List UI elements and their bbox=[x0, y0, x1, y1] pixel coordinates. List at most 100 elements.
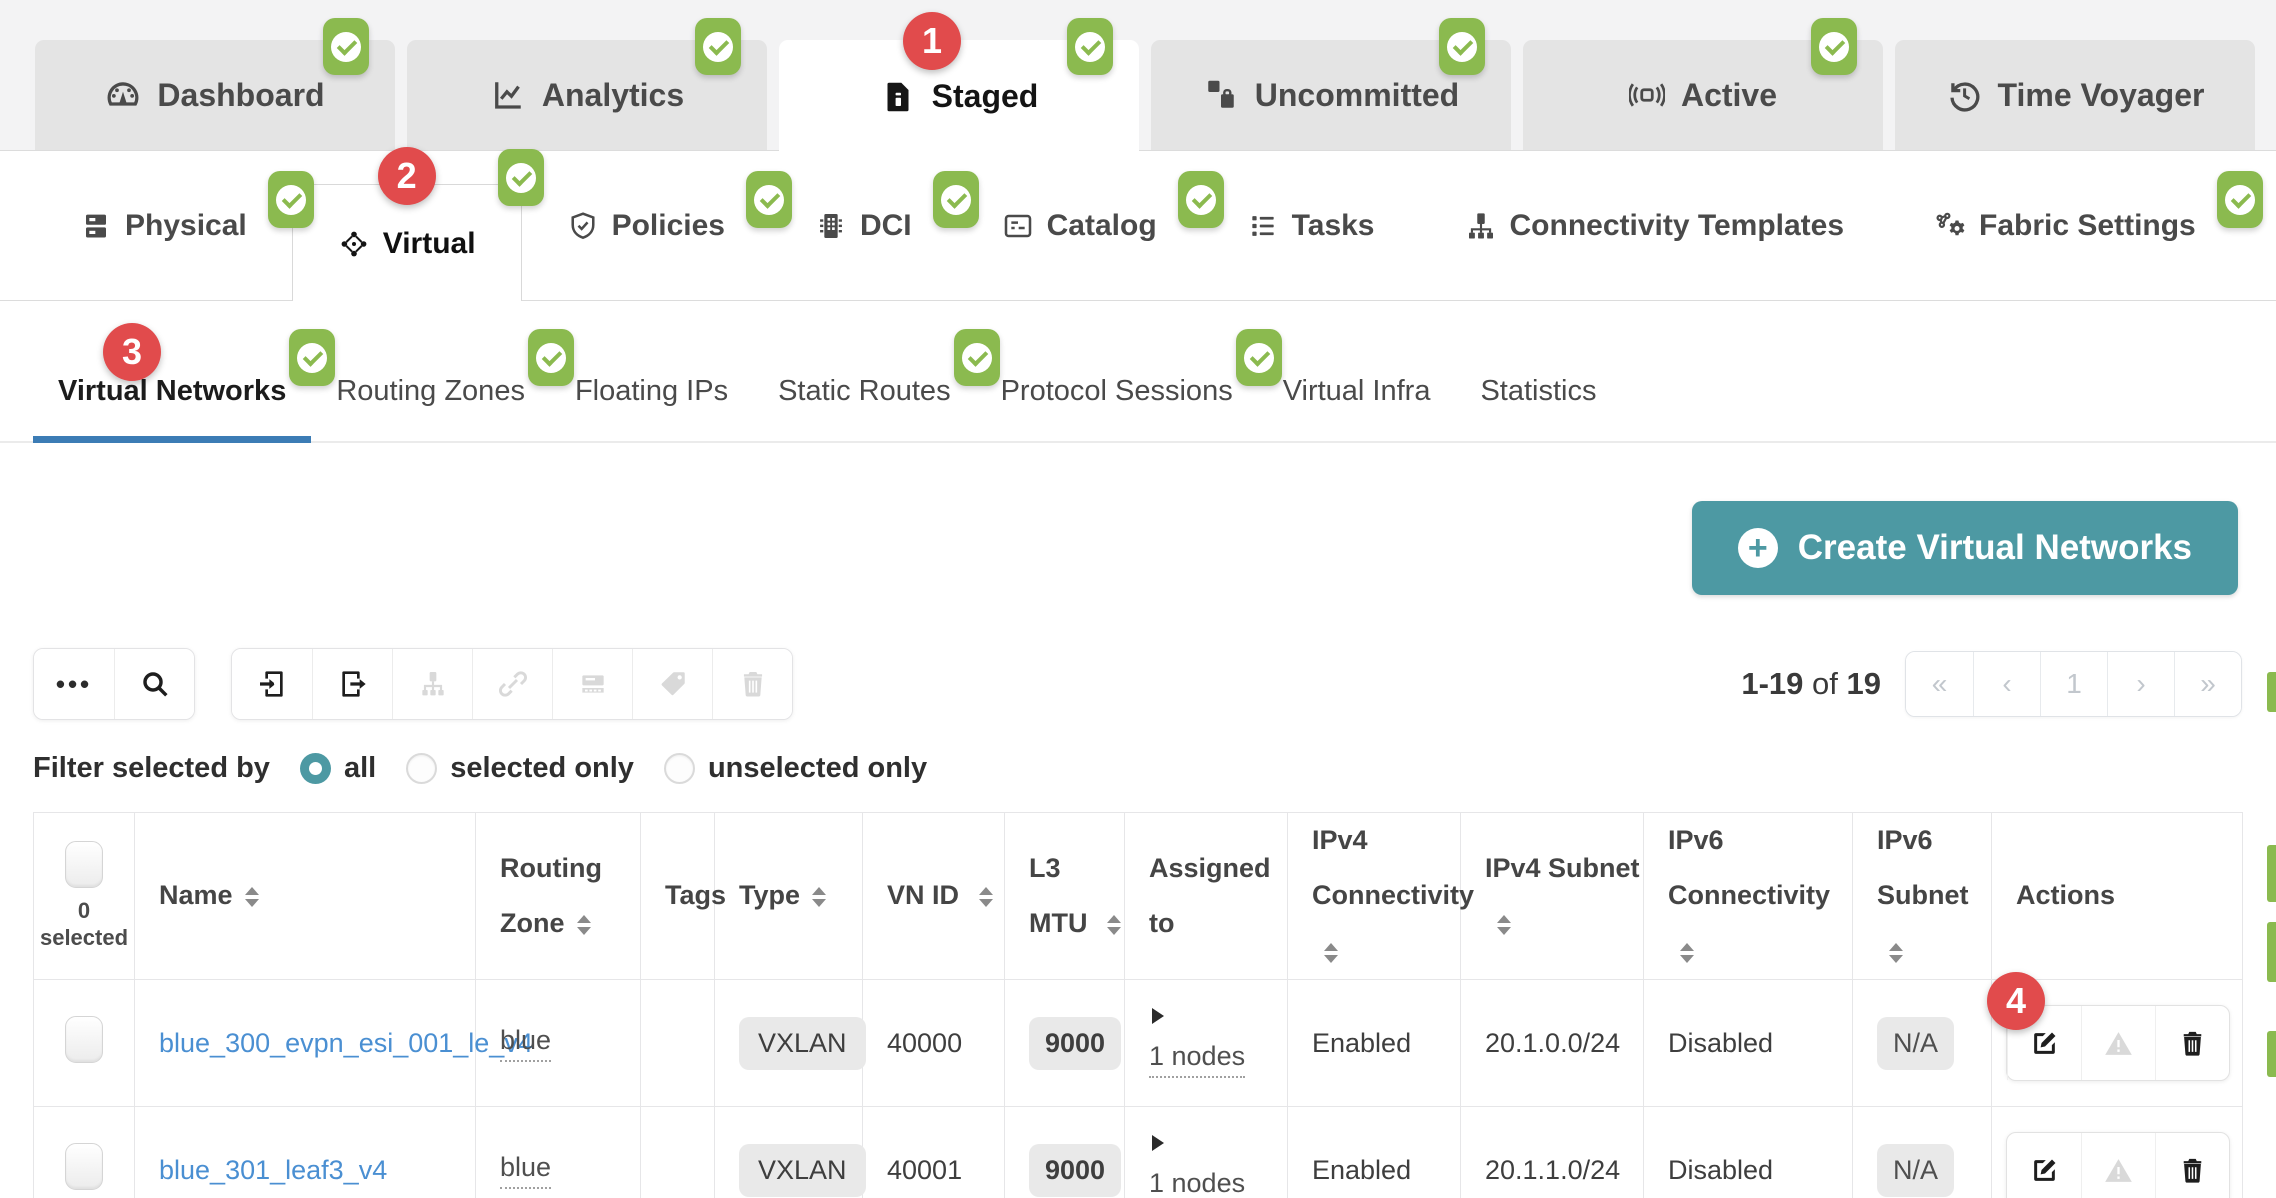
expand-caret-icon[interactable] bbox=[1152, 1135, 1164, 1151]
tab-label: Catalog bbox=[1047, 209, 1157, 243]
tab-staged[interactable]: Staged 1 bbox=[779, 40, 1139, 153]
routing-zone-link[interactable]: blue bbox=[500, 1152, 551, 1189]
row-checkbox[interactable] bbox=[65, 1143, 103, 1190]
column-header-ipv4-subnet[interactable]: IPv4 Subnet bbox=[1461, 813, 1644, 980]
tab-active[interactable]: Active bbox=[1523, 40, 1883, 150]
tab-tasks[interactable]: Tasks bbox=[1202, 151, 1420, 300]
edit-button[interactable] bbox=[2007, 1133, 2081, 1198]
tab-virtual-infra[interactable]: Virtual Infra bbox=[1258, 341, 1456, 441]
check-badge bbox=[746, 171, 792, 228]
tab-label: Time Voyager bbox=[1998, 77, 2205, 114]
tab-virtual-networks[interactable]: Virtual Networks 3 bbox=[33, 341, 311, 441]
assign-nodes-button[interactable] bbox=[392, 649, 472, 719]
column-header-vn-id[interactable]: VN ID bbox=[863, 813, 1005, 980]
export-button[interactable] bbox=[312, 649, 392, 719]
tab-routing-zones[interactable]: Routing Zones bbox=[311, 341, 550, 441]
row-checkbox[interactable] bbox=[65, 1016, 103, 1063]
delete-row-button[interactable] bbox=[2155, 1133, 2229, 1198]
tab-dci[interactable]: DCI bbox=[770, 151, 957, 300]
tags-cell bbox=[641, 980, 715, 1107]
next-page-button[interactable]: › bbox=[2107, 652, 2174, 716]
column-header-routing-zone[interactable]: Routing Zone bbox=[476, 813, 641, 980]
fabric-gear-icon bbox=[1934, 210, 1966, 242]
sort-icon[interactable] bbox=[1680, 943, 1694, 963]
check-icon bbox=[754, 185, 784, 215]
column-header-l3-mtu[interactable]: L3 MTU bbox=[1005, 813, 1125, 980]
sort-icon[interactable] bbox=[1889, 943, 1903, 963]
row-action-buttons bbox=[2006, 1132, 2230, 1198]
tab-protocol-sessions[interactable]: Protocol Sessions bbox=[976, 341, 1258, 441]
filter-option-all[interactable]: all bbox=[300, 752, 376, 785]
tab-policies[interactable]: Policies bbox=[522, 151, 770, 300]
check-icon bbox=[1819, 32, 1849, 62]
check-badge bbox=[1439, 18, 1485, 75]
radio-unselected-icon[interactable] bbox=[664, 753, 695, 784]
sort-icon[interactable] bbox=[1107, 915, 1121, 935]
check-badge bbox=[528, 329, 574, 386]
filter-option-unselected-only[interactable]: unselected only bbox=[664, 752, 927, 785]
radio-unselected-icon[interactable] bbox=[406, 753, 437, 784]
column-header-ipv6-connectivity[interactable]: IPv6 Connectivity bbox=[1644, 813, 1853, 980]
sort-icon[interactable] bbox=[1324, 943, 1338, 963]
tab-uncommitted[interactable]: Uncommitted bbox=[1151, 40, 1511, 150]
pagination-range: 1-19 bbox=[1741, 666, 1803, 701]
na-badge: N/A bbox=[1877, 1017, 1954, 1070]
tab-floating-ips[interactable]: Floating IPs bbox=[550, 341, 753, 441]
tab-connectivity-templates[interactable]: Connectivity Templates bbox=[1420, 151, 1890, 300]
warning-button[interactable] bbox=[2081, 1006, 2155, 1080]
filter-option-selected-only[interactable]: selected only bbox=[406, 752, 634, 785]
file-icon bbox=[880, 79, 916, 115]
tab-virtual[interactable]: Virtual 2 bbox=[292, 184, 522, 302]
sort-icon[interactable] bbox=[979, 887, 993, 907]
tab-statistics[interactable]: Statistics bbox=[1455, 341, 1621, 441]
sort-icon[interactable] bbox=[577, 915, 591, 935]
search-button[interactable] bbox=[114, 649, 194, 719]
import-button[interactable] bbox=[232, 649, 312, 719]
primary-tab-bar: Dashboard Analytics Staged 1 Uncommitted bbox=[0, 0, 2276, 151]
tab-time-voyager[interactable]: Time Voyager bbox=[1895, 40, 2255, 150]
clipped-check-badge bbox=[2267, 845, 2276, 902]
more-options-button[interactable]: ••• bbox=[34, 649, 114, 719]
vn-name-link[interactable]: blue_301_leaf3_v4 bbox=[159, 1155, 387, 1185]
column-header-name[interactable]: Name bbox=[135, 813, 476, 980]
type-cell: VXLAN bbox=[715, 980, 863, 1107]
node-tree-icon bbox=[417, 668, 449, 700]
first-page-button[interactable]: « bbox=[1906, 652, 1973, 716]
prev-page-button[interactable]: ‹ bbox=[1973, 652, 2040, 716]
search-icon bbox=[139, 668, 171, 700]
column-header-type[interactable]: Type bbox=[715, 813, 863, 980]
actions-cell bbox=[1992, 1107, 2243, 1198]
network-icon bbox=[338, 228, 370, 260]
nodes-link[interactable]: 1 nodes bbox=[1149, 1041, 1245, 1078]
tab-catalog[interactable]: Catalog bbox=[957, 151, 1202, 300]
row-select-cell bbox=[34, 980, 135, 1107]
nodes-link[interactable]: 1 nodes bbox=[1149, 1168, 1245, 1198]
check-icon bbox=[297, 343, 327, 373]
tab-physical[interactable]: Physical bbox=[35, 151, 292, 300]
rack-button[interactable] bbox=[552, 649, 632, 719]
vn-name-link[interactable]: blue_300_evpn_esi_001_le_v4 bbox=[159, 1028, 533, 1058]
sort-icon[interactable] bbox=[245, 887, 259, 907]
secondary-tab-bar: Physical Virtual 2 Policies DCI Catalog bbox=[0, 151, 2276, 301]
create-virtual-networks-button[interactable]: + Create Virtual Networks bbox=[1692, 501, 2238, 595]
selected-count: 0 selected bbox=[34, 898, 134, 951]
sort-icon[interactable] bbox=[812, 887, 826, 907]
last-page-button[interactable]: » bbox=[2174, 652, 2241, 716]
delete-row-button[interactable] bbox=[2155, 1006, 2229, 1080]
expand-caret-icon[interactable] bbox=[1152, 1008, 1164, 1024]
tab-fabric-settings[interactable]: Fabric Settings bbox=[1889, 151, 2241, 300]
sort-icon[interactable] bbox=[1497, 915, 1511, 935]
column-header-ipv4-connectivity[interactable]: IPv4 Connectivity bbox=[1288, 813, 1461, 980]
tab-static-routes[interactable]: Static Routes bbox=[753, 341, 975, 441]
radio-selected-icon[interactable] bbox=[300, 753, 331, 784]
current-page-button[interactable]: 1 bbox=[2040, 652, 2107, 716]
delete-button[interactable] bbox=[712, 649, 792, 719]
column-header-ipv6-subnet[interactable]: IPv6 Subnet bbox=[1853, 813, 1992, 980]
warning-button[interactable] bbox=[2081, 1133, 2155, 1198]
tab-analytics[interactable]: Analytics bbox=[407, 40, 767, 150]
routing-zone-link[interactable]: blue bbox=[500, 1025, 551, 1062]
tab-dashboard[interactable]: Dashboard bbox=[35, 40, 395, 150]
link-button[interactable] bbox=[472, 649, 552, 719]
tag-button[interactable] bbox=[632, 649, 712, 719]
select-all-checkbox[interactable] bbox=[65, 841, 103, 888]
